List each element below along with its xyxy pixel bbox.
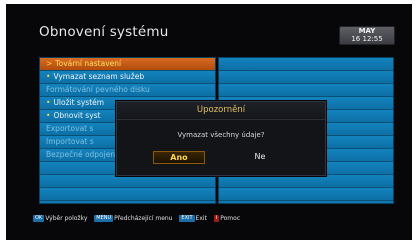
info-row <box>219 175 393 188</box>
info-row <box>219 71 393 84</box>
selection-arrow-icon: > <box>46 59 53 68</box>
bullet-icon: • <box>46 98 51 107</box>
clock-time: 16 12:55 <box>340 35 394 43</box>
tv-screen: Obnovení systému MAY 16 12:55 > Tovární n… <box>6 4 412 240</box>
footer-ok-label: Výběr položky <box>45 215 88 222</box>
dialog-message: Vymazat všechny údaje? <box>177 131 265 139</box>
menu-item-label: Importovat s <box>46 137 94 146</box>
footer-exit-label: Exit <box>195 215 207 222</box>
info-row <box>219 188 393 201</box>
menu-item-label: Vymazat seznam služeb <box>53 72 145 81</box>
confirm-dialog: Upozornění Vymazat všechny údaje? Ano Ne <box>116 101 326 176</box>
clock-day: 16 <box>351 35 361 43</box>
menu-key-icon: MENU <box>94 215 114 222</box>
menu-item-label: Uložit systém <box>53 98 105 107</box>
menu-item-clear-services[interactable]: • Vymazat seznam služeb <box>40 71 215 84</box>
menu-item-label: Exportovat s <box>46 124 94 133</box>
menu-item-empty <box>40 175 215 188</box>
menu-item-factory-reset[interactable]: > Tovární nastavení <box>40 58 215 71</box>
footer-help-bar: OK Výběr položky MENU Předcházející menu E… <box>33 214 245 224</box>
clock-hour: 12:55 <box>362 35 383 43</box>
no-button[interactable]: Ne <box>235 151 285 162</box>
footer-help-label: Pomoc <box>220 215 241 222</box>
footer-menu-label: Předcházející menu <box>114 215 173 222</box>
menu-item-empty <box>40 188 215 201</box>
exit-key-icon: EXIT <box>179 215 195 222</box>
bullet-icon: • <box>46 72 51 81</box>
menu-item-label: Tovární nastavení <box>55 59 122 68</box>
clock-month: MAY <box>358 27 376 35</box>
menu-item-label: Obnovit syst <box>53 111 101 120</box>
page-title: Obnovení systému <box>39 24 169 40</box>
yes-button[interactable]: Ano <box>153 151 205 164</box>
menu-item-format-disk[interactable]: Formátování pevného disku <box>40 84 215 97</box>
clock-display: MAY 16 12:55 <box>339 26 395 45</box>
ok-key-icon: OK <box>33 215 45 222</box>
dialog-title: Upozornění <box>117 102 325 120</box>
info-row <box>219 58 393 71</box>
bullet-icon: • <box>46 111 51 120</box>
info-key-icon: i <box>213 215 220 222</box>
info-row <box>219 84 393 97</box>
menu-item-label: Formátování pevného disku <box>46 85 150 94</box>
